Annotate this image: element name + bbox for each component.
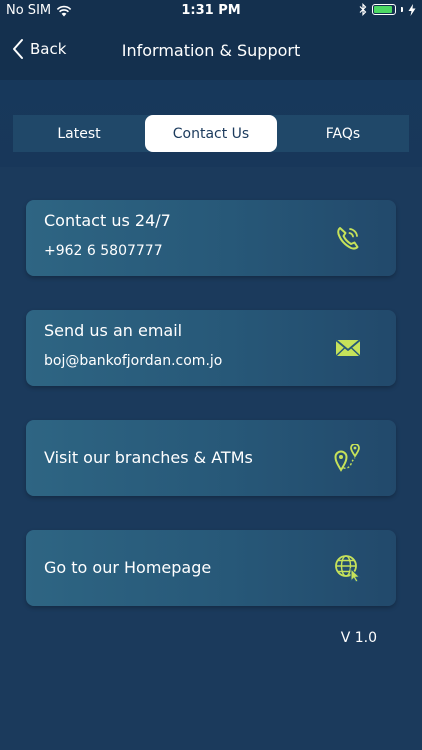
branches-atms-card[interactable]: Visit our branches & ATMs bbox=[26, 420, 396, 496]
contact-phone-card[interactable]: Contact us 24/7 +962 6 5807777 bbox=[26, 200, 396, 276]
page-title: Information & Support bbox=[121, 41, 301, 60]
card-title: Go to our Homepage bbox=[44, 558, 212, 577]
charging-bolt-icon bbox=[408, 3, 416, 16]
bluetooth-icon bbox=[359, 3, 367, 16]
homepage-card[interactable]: Go to our Homepage bbox=[26, 530, 396, 606]
card-subtitle: boj@bankofjordan.com.jo bbox=[44, 353, 223, 369]
status-bar: No SIM 1:31 PM bbox=[0, 0, 422, 22]
battery-fill bbox=[374, 6, 392, 13]
card-title: Visit our branches & ATMs bbox=[44, 448, 253, 467]
battery-cap bbox=[401, 7, 403, 12]
tab-latest[interactable]: Latest bbox=[13, 115, 145, 152]
nav-bar: Back Information & Support bbox=[0, 22, 422, 80]
segmented-control: Latest Contact Us FAQs bbox=[13, 115, 409, 152]
status-right bbox=[359, 3, 416, 16]
contact-email-card[interactable]: Send us an email boj@bankofjordan.com.jo bbox=[26, 310, 396, 386]
location-pin-icon bbox=[334, 444, 360, 472]
phone-icon bbox=[337, 227, 359, 250]
tab-faqs[interactable]: FAQs bbox=[277, 115, 409, 152]
card-title: Send us an email bbox=[44, 321, 183, 340]
tab-contact-us[interactable]: Contact Us bbox=[145, 115, 277, 152]
globe-cursor-icon bbox=[335, 555, 361, 582]
card-title: Contact us 24/7 bbox=[44, 211, 171, 230]
card-subtitle: +962 6 5807777 bbox=[44, 243, 163, 259]
app-version: V 1.0 bbox=[340, 630, 377, 646]
envelope-icon bbox=[335, 339, 361, 357]
battery-icon bbox=[372, 4, 396, 15]
